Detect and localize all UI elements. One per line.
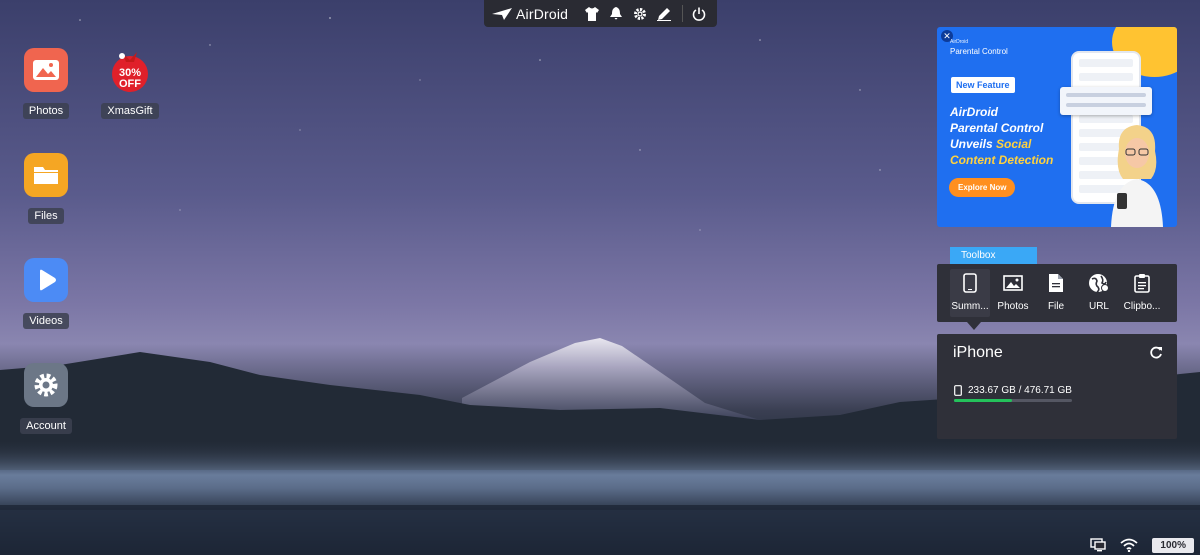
device-panel: iPhone 233.67 GB / 476.71 GB [937,334,1177,439]
phone-icon [963,271,977,295]
headline-line-4: Content Detection [950,153,1054,167]
desktop-icon-label: Account [20,418,72,434]
desktop-icon-label: XmasGift [101,103,159,119]
storage-bar [954,399,1072,402]
popup-mockup-illustration [1060,87,1152,115]
tool-summary[interactable]: Summ... [950,269,990,317]
device-name: iPhone [953,344,1003,361]
explore-now-button[interactable]: Explore Now [949,178,1016,197]
tshirt-icon[interactable] [580,0,604,27]
screen-icon[interactable] [1090,538,1107,552]
gear-icon[interactable] [628,0,652,27]
headline-line-1: AirDroid [950,105,998,119]
toolbox-panel: Summ... Photos File URL Clipbo... [937,264,1177,322]
file-icon [1048,271,1064,295]
banner-brand-name: Parental Control [950,47,1008,56]
person-illustration [1111,125,1163,227]
promo-banner[interactable]: ✕ AirDroid Parental Control New Feature … [937,27,1177,227]
play-icon [24,258,68,302]
airdroid-logo[interactable]: AirDroid [484,6,580,22]
gift-badge-line2: OFF [119,78,141,90]
banner-brand-small: AirDroid [950,39,969,45]
headline-line-3: Unveils Social [950,136,1053,152]
desktop-icon-videos[interactable]: Videos [16,258,76,329]
logo-text: AirDroid [516,5,569,22]
storage-bar-fill [954,399,1012,402]
wifi-icon[interactable] [1120,538,1139,552]
desktop-icon-photos[interactable]: Photos [16,48,76,119]
gear-icon [24,363,68,407]
bell-icon[interactable] [604,0,628,27]
toolbox-pointer [967,322,981,330]
image-icon [1003,271,1023,295]
tool-file[interactable]: File [1036,269,1076,317]
storage-info: 233.67 GB / 476.71 GB [954,385,1072,396]
desktop-icon-account[interactable]: Account [16,363,76,434]
desktop-icon-label: Photos [22,103,70,119]
storage-text: 233.67 GB / 476.71 GB [968,385,1072,396]
top-bar: AirDroid [484,0,717,27]
globe-icon [1088,271,1110,295]
folder-icon [24,153,68,197]
refresh-icon[interactable] [1149,346,1163,365]
desktop-icon-label: Files [28,208,64,224]
topbar-separator [682,5,683,22]
pen-icon[interactable] [652,0,676,27]
tool-clipboard[interactable]: Clipbo... [1122,269,1162,317]
banner-brand: AirDroid Parental Control [950,38,1008,56]
tool-photos[interactable]: Photos [993,269,1033,317]
photos-icon [24,48,68,92]
new-feature-badge: New Feature [951,77,1015,93]
headline-line-2: Parental Control [950,121,1044,135]
gift-badge-text: 30% OFF [100,68,160,90]
power-icon[interactable] [687,0,711,27]
status-tray: 100% [1090,535,1200,555]
desktop-icon-xmasgift[interactable]: 30% OFF XmasGift [100,48,160,119]
desktop-icon-label: Videos [23,313,69,329]
zoom-level[interactable]: 100% [1152,537,1194,553]
banner-headline: AirDroid Parental Control Unveils Social… [950,104,1053,168]
tool-label: Summ... [951,301,989,312]
toolbox-tab[interactable]: Toolbox [950,247,1037,264]
tool-label: URL [1088,301,1109,312]
headline-line-3b: Social [996,137,1032,151]
tool-label: Photos [997,301,1029,312]
tool-url[interactable]: URL [1079,269,1119,317]
tool-label: Clipbo... [1123,301,1161,312]
clipboard-icon [1134,271,1150,295]
phone-storage-icon [954,385,962,396]
tool-label: File [1047,301,1065,312]
desktop-icon-files[interactable]: Files [16,153,76,224]
headline-line-3a: Unveils [950,137,997,151]
airdroid-plane-icon [492,7,512,20]
